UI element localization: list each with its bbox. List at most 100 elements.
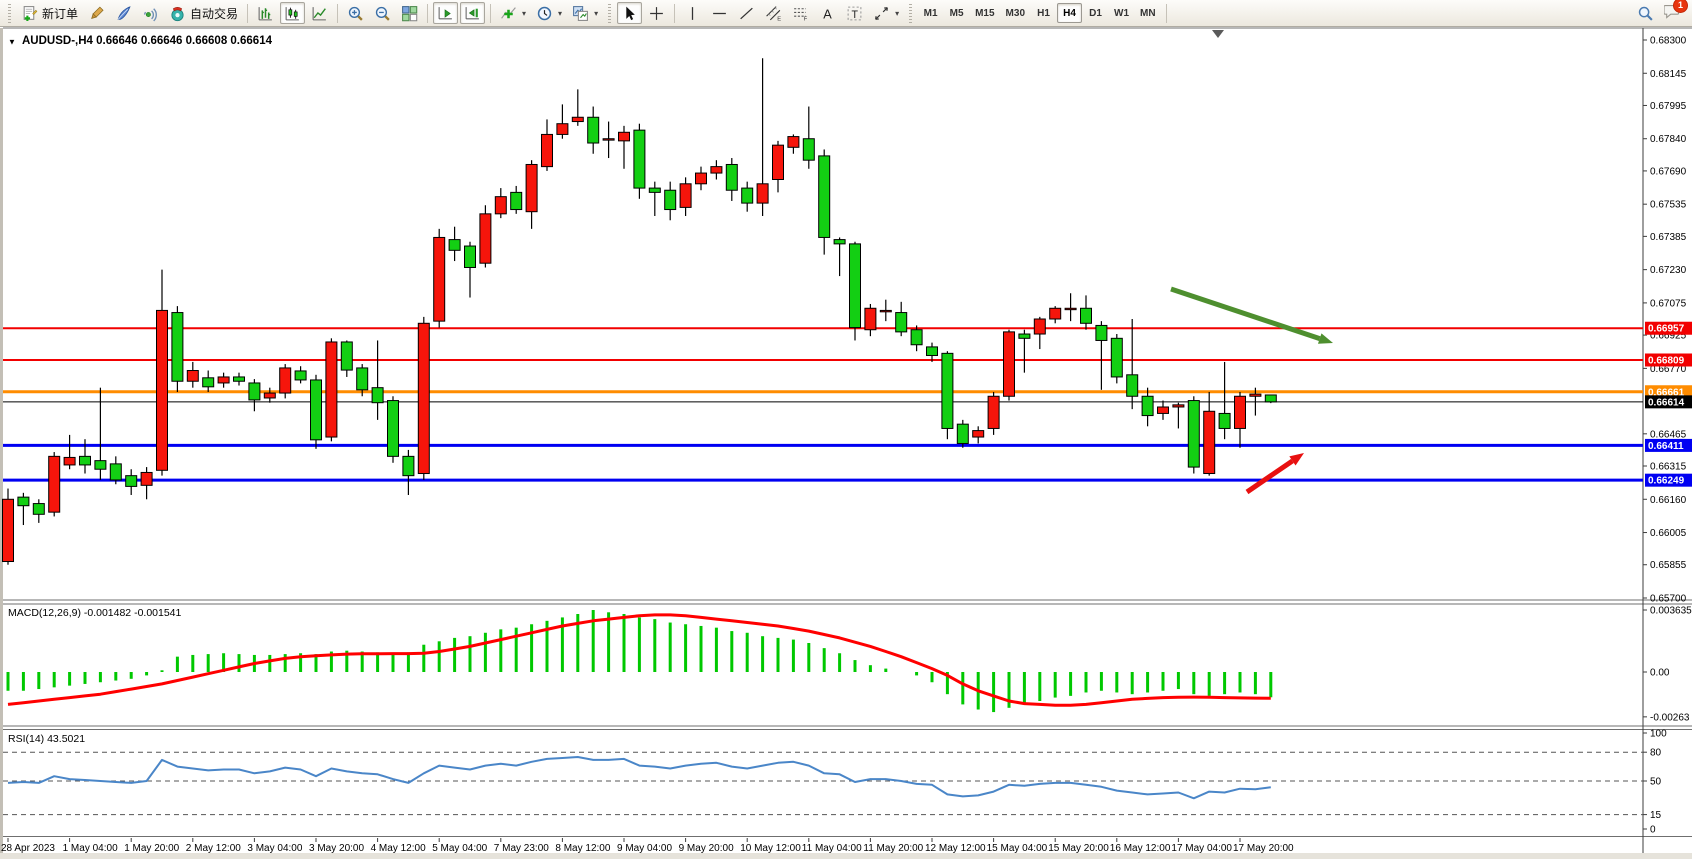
candle <box>988 392 999 435</box>
time-tick-label: 15 May 04:00 <box>987 843 1048 854</box>
toolbar-separator <box>674 4 675 23</box>
new-order-button[interactable]: 新订单 <box>17 2 82 24</box>
timeframe-button-w1[interactable]: W1 <box>1109 3 1134 23</box>
chevron-down-icon: ▾ <box>594 9 598 18</box>
horizontal-line-tool-button[interactable] <box>707 2 732 24</box>
timeframe-button-h1[interactable]: H1 <box>1031 3 1056 23</box>
trendline-tool-button[interactable] <box>734 2 759 24</box>
candle <box>326 338 337 441</box>
indicators-button[interactable]: ▾ <box>496 2 530 24</box>
cursor-tool-button[interactable] <box>617 2 642 24</box>
macd-tick-label: -0.00263 <box>1650 712 1690 723</box>
toolbar-separator <box>490 4 491 23</box>
chat-button[interactable]: 1 <box>1664 2 1682 25</box>
chart-profiles-button[interactable]: ▾ <box>568 2 602 24</box>
price-tick-label: 0.65855 <box>1650 560 1687 571</box>
toolbar-separator <box>337 4 338 23</box>
candlestick-type-button[interactable] <box>280 2 305 24</box>
zoom-out-icon <box>374 5 391 22</box>
candle <box>1188 396 1199 473</box>
candle <box>634 124 645 199</box>
chart-shift-button[interactable] <box>460 2 485 24</box>
price-tick-label: 0.67230 <box>1650 265 1687 276</box>
new-order-label: 新订单 <box>42 5 78 22</box>
time-tick-label: 16 May 12:00 <box>1110 843 1171 854</box>
price-tag-0.66249: 0.66249 <box>1645 474 1692 487</box>
search-button[interactable] <box>1633 2 1658 24</box>
line-chart-icon <box>311 5 328 22</box>
channel-tool-button[interactable]: E <box>761 2 786 24</box>
price-tick-label: 0.67995 <box>1650 101 1687 112</box>
arrows-icon <box>873 5 890 22</box>
fibonacci-tool-button[interactable]: F <box>788 2 813 24</box>
svg-text:E: E <box>777 16 781 22</box>
arrows-tool-button[interactable]: ▾ <box>869 2 903 24</box>
timeframe-button-h4[interactable]: H4 <box>1057 3 1082 23</box>
rsi-tick-label: 15 <box>1650 810 1662 821</box>
candle <box>1111 334 1122 383</box>
terminal-window: 新订单 <box>0 0 1692 859</box>
broadcast-button[interactable] <box>138 2 163 24</box>
text-label-tool-button[interactable]: T <box>842 2 867 24</box>
broadcast-icon <box>142 5 159 22</box>
candle <box>942 351 953 439</box>
auto-trading-button[interactable]: 自动交易 <box>165 2 242 24</box>
timeframe-button-mn[interactable]: MN <box>1135 3 1161 23</box>
crosshair-tool-button[interactable] <box>644 2 669 24</box>
style-tool-button[interactable] <box>111 2 136 24</box>
price-tick-label: 0.66005 <box>1650 528 1687 539</box>
candle <box>172 306 183 392</box>
chevron-down-icon: ▾ <box>522 9 526 18</box>
time-tick-label: 1 May 20:00 <box>124 843 179 854</box>
candle <box>280 364 291 398</box>
timeframe-group: M1M5M15M30H1H4D1W1MN <box>918 3 1160 23</box>
time-tick-label: 5 May 04:00 <box>432 843 487 854</box>
timeframe-button-m1[interactable]: M1 <box>918 3 943 23</box>
text-tool-button[interactable]: A <box>815 2 840 24</box>
timeframe-button-m15[interactable]: M15 <box>970 3 999 23</box>
svg-text:T: T <box>852 8 859 20</box>
timeframe-button-m5[interactable]: M5 <box>944 3 969 23</box>
blue-quill-icon <box>115 5 132 22</box>
price-tick-label: 0.68300 <box>1650 36 1687 47</box>
bar-chart-type-button[interactable] <box>253 2 278 24</box>
rsi-indicator-label: RSI(14) 43.5021 <box>8 733 85 745</box>
candle <box>1265 395 1276 403</box>
crayon-icon <box>88 5 105 22</box>
line-chart-type-button[interactable] <box>307 2 332 24</box>
search-icon <box>1637 5 1654 22</box>
svg-text:0.66809: 0.66809 <box>1648 355 1685 366</box>
vertical-line-tool-button[interactable] <box>680 2 705 24</box>
rsi-tick-label: 80 <box>1650 748 1662 759</box>
price-tag-0.66614: 0.66614 <box>1645 395 1692 408</box>
crayon-tool-button[interactable] <box>84 2 109 24</box>
price-tick-label: 0.65700 <box>1650 594 1687 605</box>
time-tick-label: 8 May 12:00 <box>555 843 610 854</box>
zoom-out-button[interactable] <box>370 2 395 24</box>
symbol-dropdown-icon[interactable]: ▼ <box>8 38 16 47</box>
chart-background <box>0 28 1692 859</box>
chart-title: AUDUSD-,H4 0.66646 0.66646 0.66608 0.666… <box>22 35 273 47</box>
rsi-tick-label: 100 <box>1650 729 1667 740</box>
timeframe-button-m30[interactable]: M30 <box>1001 3 1030 23</box>
zoom-in-button[interactable] <box>343 2 368 24</box>
timeframe-button-d1[interactable]: D1 <box>1083 3 1108 23</box>
tile-windows-button[interactable] <box>397 2 422 24</box>
time-tick-label: 4 May 12:00 <box>371 843 426 854</box>
svg-text:0.66957: 0.66957 <box>1648 324 1685 335</box>
time-tick-label: 17 May 20:00 <box>1233 843 1294 854</box>
toolbar-grip <box>8 4 11 23</box>
tile-windows-icon <box>401 5 418 22</box>
chart-canvas[interactable]: 0.0036350.00-0.00263 1008050150 0.683000… <box>0 0 1692 859</box>
auto-scroll-button[interactable] <box>433 2 458 24</box>
toolbar-separator <box>247 4 248 23</box>
time-tick-label: 9 May 04:00 <box>617 843 672 854</box>
chevron-down-icon: ▾ <box>895 9 899 18</box>
price-tick-label: 0.67535 <box>1650 200 1687 211</box>
candle <box>3 489 14 565</box>
price-tick-label: 0.68145 <box>1650 69 1687 80</box>
time-tick-label: 3 May 04:00 <box>247 843 302 854</box>
toolbar-separator <box>1166 4 1167 23</box>
periods-button[interactable]: ▾ <box>532 2 566 24</box>
candle <box>388 396 399 463</box>
